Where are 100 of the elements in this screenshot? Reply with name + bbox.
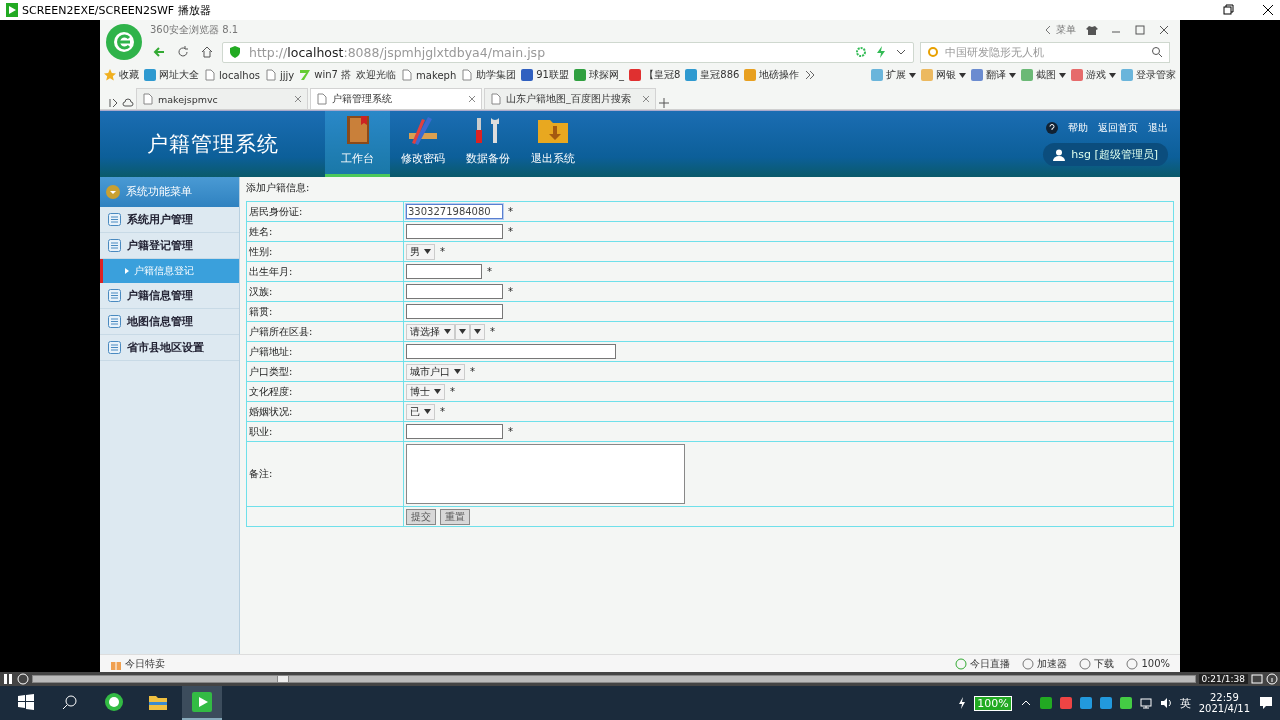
toolbar-link[interactable]: 游戏	[1071, 68, 1116, 82]
select-field[interactable]	[455, 323, 470, 340]
nav-tab[interactable]: 修改密码	[390, 111, 455, 177]
select-field[interactable]: 男	[406, 243, 435, 260]
sidebar-item[interactable]: 系统用户管理	[100, 207, 239, 233]
address-bar[interactable]: http://localhost:8088/jspmhjglxtdbya4/main.jsp	[222, 41, 914, 63]
bookmark-link[interactable]: win7 搭	[299, 68, 352, 82]
bookmark-link[interactable]: makeph	[401, 69, 457, 81]
bookmark-link[interactable]: jjjy	[264, 69, 295, 81]
menu-link[interactable]: 菜单	[1056, 23, 1076, 37]
status-link[interactable]: 加速器	[1022, 656, 1068, 671]
bookmark-link[interactable]: 地磅操作	[744, 68, 800, 82]
page-icon	[461, 69, 474, 81]
bookmark-link[interactable]: 网址大全	[144, 68, 199, 82]
tray-app-icon[interactable]	[1119, 697, 1132, 709]
field-label: 职业:	[249, 425, 273, 437]
player-logo-icon	[6, 3, 18, 17]
text-field[interactable]: 3303271984080	[406, 204, 503, 219]
field-label: 居民身份证:	[249, 205, 303, 217]
status-link[interactable]: 今日特卖	[110, 656, 165, 671]
tray-app-icon[interactable]	[1039, 697, 1052, 709]
nav-tab[interactable]: 数据备份	[455, 111, 520, 177]
stop-icon[interactable]	[17, 673, 29, 685]
field-label: 户口类型:	[249, 365, 293, 377]
text-field[interactable]	[406, 264, 482, 279]
user-icon	[1053, 148, 1066, 161]
refresh-icon	[177, 46, 189, 58]
bookmark-link[interactable]: 皇冠886	[685, 68, 740, 82]
header-link[interactable]: 帮助	[1068, 121, 1088, 135]
cloud-icon[interactable]	[122, 97, 134, 109]
info-icon[interactable]	[1266, 673, 1278, 685]
sidebar-toggle-icon[interactable]	[108, 97, 120, 109]
header-link[interactable]: 退出	[1148, 121, 1168, 135]
select-field[interactable]: 请选择	[406, 323, 455, 340]
input-method[interactable]: 英	[1179, 695, 1191, 711]
bookmark-link[interactable]: 球探网_	[573, 68, 624, 82]
fullscreen-icon[interactable]	[1251, 673, 1263, 685]
bookmark-link[interactable]: 助学集团	[461, 68, 517, 82]
status-link[interactable]: 下载	[1079, 656, 1115, 671]
browser-tab[interactable]: 户籍管理系统	[310, 88, 482, 109]
toolbar-link[interactable]: 登录管家	[1121, 68, 1176, 82]
volume-icon[interactable]	[1159, 697, 1172, 709]
form-button[interactable]: 重置	[440, 508, 470, 525]
text-area[interactable]	[406, 444, 685, 504]
close-icon[interactable]	[1158, 24, 1170, 36]
sidebar-item[interactable]: 省市县地区设置	[100, 335, 239, 361]
text-field[interactable]	[406, 304, 503, 319]
nav-tab[interactable]: 工作台	[325, 111, 390, 177]
bookmark-link[interactable]: 欢迎光临	[356, 68, 397, 82]
bookmark-link[interactable]: 91联盟	[521, 68, 569, 82]
toolbar-link[interactable]: 扩展	[871, 68, 916, 82]
select-field[interactable]: 博士	[406, 383, 445, 400]
browser-tab[interactable]: 山东户籍地图_百度图片搜索	[484, 88, 656, 109]
required-mark: *	[490, 325, 495, 337]
bookmark-link[interactable]: 收藏	[104, 68, 139, 82]
close-icon[interactable]	[1262, 4, 1274, 16]
text-field[interactable]	[406, 284, 503, 299]
list-icon	[108, 289, 121, 302]
select-field[interactable]: 已	[406, 403, 435, 420]
list-icon	[108, 315, 121, 328]
sidebar-item[interactable]: 户籍信息管理	[100, 283, 239, 309]
search-field[interactable]: 中国研发隐形无人机	[943, 44, 1147, 60]
status-link[interactable]: 100%	[1126, 657, 1170, 670]
nav-tab[interactable]: 退出系统	[520, 111, 585, 177]
toolbar-link[interactable]: 网银	[921, 68, 966, 82]
caret-icon	[424, 409, 431, 414]
field-label: 文化程度:	[249, 385, 293, 397]
tray-app-icon[interactable]	[1079, 697, 1092, 709]
network-icon[interactable]	[1139, 697, 1152, 709]
chevron-right-double-icon[interactable]	[804, 69, 817, 81]
plus-icon[interactable]	[658, 97, 670, 109]
status-link[interactable]: 今日直播	[955, 656, 1011, 671]
restore-icon[interactable]	[1222, 4, 1234, 16]
form-button[interactable]: 提交	[406, 508, 436, 525]
text-field[interactable]	[406, 224, 503, 239]
tray-app-icon[interactable]	[1059, 697, 1072, 709]
sidebar-item[interactable]: 地图信息管理	[100, 309, 239, 335]
select-field[interactable]: 城市户口	[406, 363, 465, 380]
tray-app-icon[interactable]	[1099, 697, 1112, 709]
bookmark-link[interactable]: 【皇冠8	[628, 68, 681, 82]
toolbar-link[interactable]: 翻译	[971, 68, 1016, 82]
progress-track[interactable]	[32, 675, 1196, 683]
notification-icon[interactable]	[1258, 695, 1274, 711]
search-bar[interactable]: 中国研发隐形无人机	[920, 41, 1170, 63]
toolbar-link[interactable]: 截图	[1021, 68, 1066, 82]
browser-tab[interactable]: makejspmvc	[136, 88, 308, 109]
badge-icon	[573, 69, 586, 81]
bookmark-link[interactable]: localhos	[204, 69, 260, 81]
progress-thumb[interactable]	[276, 675, 289, 683]
user-badge[interactable]: hsg [超级管理员]	[1043, 143, 1168, 166]
text-field[interactable]	[406, 344, 616, 359]
shirt-icon[interactable]	[1086, 24, 1098, 36]
pause-icon[interactable]	[2, 673, 14, 685]
header-link[interactable]: 返回首页	[1098, 121, 1138, 135]
maximize-icon[interactable]	[1134, 24, 1146, 36]
gear-icon	[855, 46, 867, 58]
player-taskbar-icon[interactable]	[182, 686, 222, 720]
text-field[interactable]	[406, 424, 503, 439]
select-field[interactable]	[470, 323, 485, 340]
field-label: 出生年月:	[249, 265, 293, 277]
